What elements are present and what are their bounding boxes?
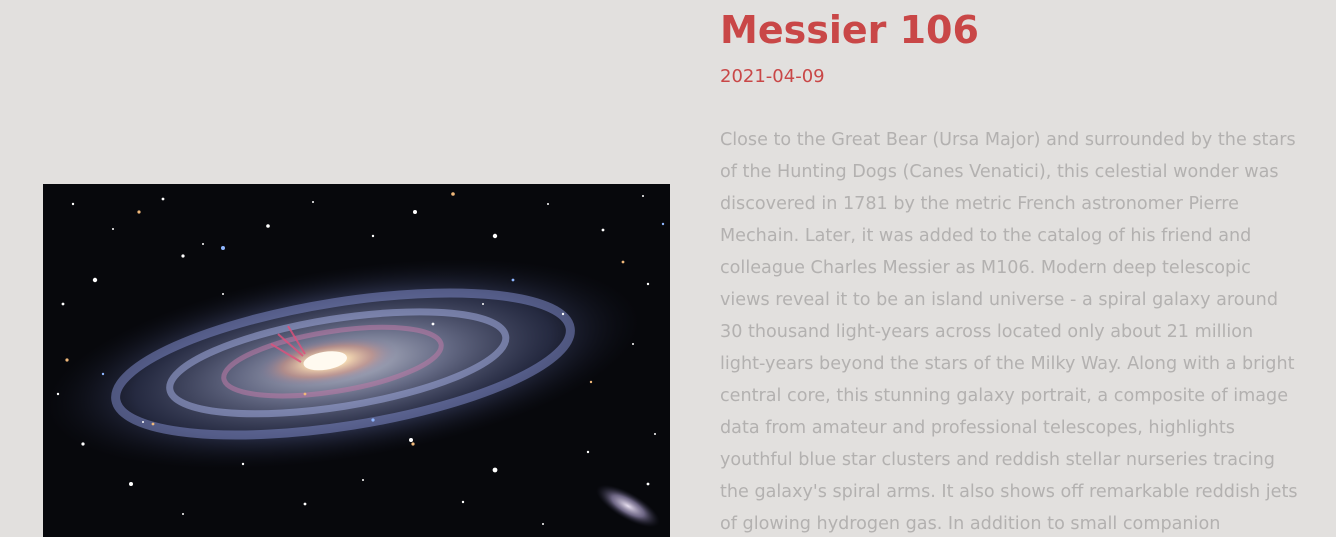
entry-description: Close to the Great Bear (Ursa Major) and…: [720, 130, 1298, 534]
galaxy-illustration: [43, 184, 670, 537]
galaxy-image[interactable]: [43, 184, 670, 537]
apod-page: Messier 106 2021-04-09 Close to the Grea…: [0, 0, 1336, 537]
entry-date: 2021-04-09: [720, 66, 825, 87]
page-title: Messier 106: [720, 8, 979, 52]
